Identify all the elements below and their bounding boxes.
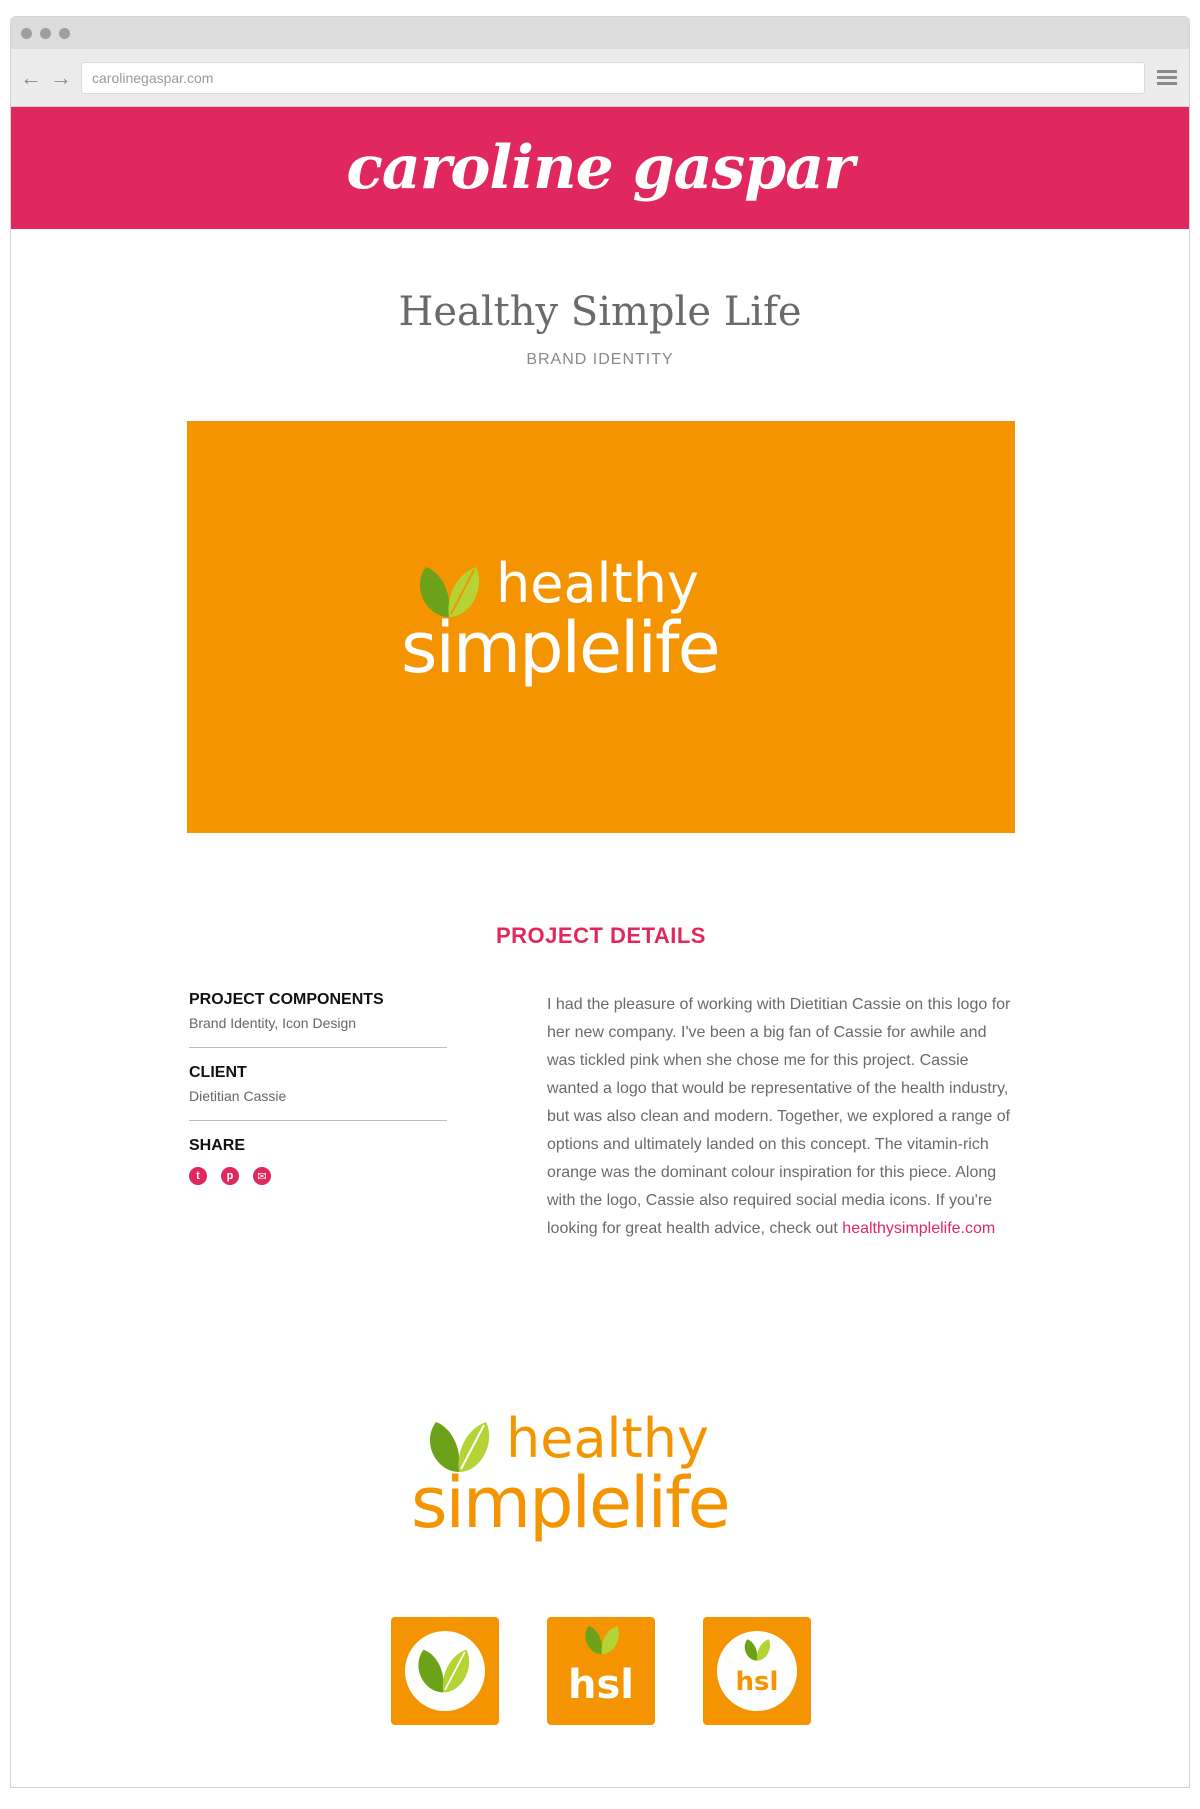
share-label: SHARE [189, 1137, 246, 1154]
window-dot[interactable] [40, 27, 51, 39]
client-website-link[interactable]: healthysimplelife.com [842, 1220, 995, 1237]
social-icon-hsl: hsl [547, 1617, 655, 1725]
hero-image: healthy simplelife [187, 421, 1015, 833]
brand-word-healthy: healthy [496, 552, 699, 615]
browser-toolbar: ← → carolinegaspar.com [11, 49, 1189, 107]
site-logo[interactable]: caroline gaspar [346, 133, 854, 203]
brand-word-simplelife: simplelife [411, 1462, 731, 1544]
project-category: BRAND IDENTITY [526, 351, 674, 368]
address-bar[interactable]: carolinegaspar.com [81, 61, 1145, 94]
project-description: I had the pleasure of working with Dieti… [547, 991, 1017, 1243]
leaf-icon [585, 1625, 619, 1655]
twitter-icon[interactable]: t [189, 1167, 207, 1185]
forward-arrow-icon[interactable]: → [50, 66, 72, 89]
site-header: caroline gaspar [11, 107, 1189, 229]
client-value: Dietitian Cassie [189, 1088, 287, 1104]
leaf-icon [744, 1639, 771, 1661]
social-icon-hsl-circle: hsl [703, 1617, 811, 1725]
pinterest-icon[interactable]: p [221, 1167, 239, 1185]
project-meta: PROJECT COMPONENTS Brand Identity, Icon … [189, 991, 447, 1217]
components-label: PROJECT COMPONENTS [189, 991, 384, 1008]
monogram-text: hsl [735, 1667, 779, 1697]
client-block: CLIENT Dietitian Cassie [189, 1064, 447, 1121]
nav-arrows: ← → [11, 66, 81, 89]
window-dot[interactable] [21, 27, 32, 39]
address-url: carolinegaspar.com [92, 69, 214, 86]
share-icons: t p ✉ [189, 1167, 447, 1185]
description-text: I had the pleasure of working with Dieti… [547, 996, 1011, 1237]
share-block: SHARE t p ✉ [189, 1137, 447, 1201]
brand-word-simplelife: simplelife [401, 607, 721, 689]
hero-brand-logo: healthy simplelife [401, 552, 801, 702]
monogram-text: hsl [568, 1662, 634, 1708]
back-arrow-icon[interactable]: ← [20, 66, 42, 89]
brand-logo-color: healthy simplelife [411, 1407, 811, 1547]
components-value: Brand Identity, Icon Design [189, 1015, 357, 1031]
hamburger-menu-icon[interactable] [1145, 70, 1189, 85]
project-details-heading: PROJECT DETAILS [495, 923, 706, 948]
browser-window: ← → carolinegaspar.com caroline gaspar H… [10, 16, 1190, 1788]
client-label: CLIENT [189, 1064, 247, 1081]
social-icon-leaf [391, 1617, 499, 1725]
email-icon[interactable]: ✉ [253, 1167, 271, 1185]
social-icons-row: hsl hsl [11, 1617, 1189, 1725]
brand-word-healthy: healthy [506, 1407, 709, 1470]
components-block: PROJECT COMPONENTS Brand Identity, Icon … [189, 991, 447, 1048]
project-title: Healthy Simple Life [398, 289, 802, 335]
window-dot[interactable] [59, 27, 70, 39]
browser-titlebar [11, 17, 1189, 49]
leaf-icon [418, 1649, 470, 1693]
